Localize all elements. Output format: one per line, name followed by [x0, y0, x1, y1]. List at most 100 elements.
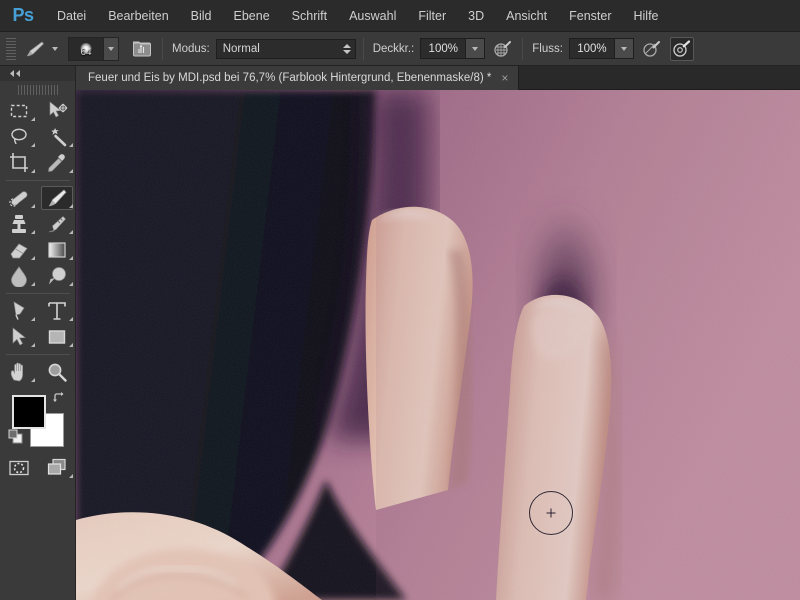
chevron-down-icon: [472, 46, 479, 51]
flow-field[interactable]: 100%: [568, 38, 634, 59]
tools-panel-grip[interactable]: [17, 85, 58, 95]
tools-grid: [0, 98, 75, 385]
menu-item-datei[interactable]: Datei: [46, 0, 97, 32]
menu-item-3d[interactable]: 3D: [457, 0, 495, 32]
flyout-triangle-icon: [31, 204, 35, 208]
opacity-value: 100%: [428, 42, 458, 55]
menu-item-ebene[interactable]: Ebene: [223, 0, 281, 32]
hand-icon: [10, 362, 23, 382]
mode-label: Modus:: [172, 42, 210, 55]
tool-history-brush[interactable]: [38, 211, 76, 237]
tool-type[interactable]: [38, 298, 76, 324]
tool-pen[interactable]: [0, 298, 38, 324]
tool-clone-stamp[interactable]: [0, 211, 38, 237]
blend-mode-select[interactable]: Normal: [215, 38, 356, 59]
flyout-triangle-icon: [31, 378, 35, 382]
options-divider-2: [362, 37, 364, 60]
tools-bottom-grid: [0, 455, 75, 481]
tool-gradient[interactable]: [38, 237, 76, 263]
rectangle-shape-icon: [48, 330, 66, 344]
tool-eraser[interactable]: [0, 237, 38, 263]
tool-rectangle-shape[interactable]: [38, 324, 76, 350]
flyout-triangle-icon: [31, 256, 35, 260]
image-canvas[interactable]: [76, 90, 800, 600]
tool-path-selection[interactable]: [0, 324, 38, 350]
foreground-color-swatch[interactable]: [12, 395, 46, 429]
menu-item-auswahl[interactable]: Auswahl: [338, 0, 407, 32]
tool-spot-healing-brush[interactable]: [0, 185, 38, 211]
pressure-opacity-icon[interactable]: [491, 37, 515, 61]
brush-tool-preset-caret[interactable]: [52, 46, 58, 51]
tool-hand[interactable]: [0, 359, 38, 385]
tools-divider: [6, 293, 70, 294]
flyout-triangle-icon: [31, 117, 35, 121]
tool-move[interactable]: [38, 98, 76, 124]
document-image: [76, 90, 800, 600]
menu-item-bearbeiten[interactable]: Bearbeiten: [97, 0, 179, 32]
tool-blur[interactable]: [0, 263, 38, 289]
tools-panel: [0, 66, 76, 600]
photoshop-window: Ps Datei Bearbeiten Bild Ebene Schrift A…: [0, 0, 800, 600]
menu-item-hilfe[interactable]: Hilfe: [623, 0, 670, 32]
menu-item-ansicht[interactable]: Ansicht: [495, 0, 558, 32]
brush-preset-dropdown[interactable]: [103, 37, 118, 60]
flyout-triangle-icon: [31, 230, 35, 234]
brush-preset-picker[interactable]: 64: [68, 36, 119, 61]
screen-mode-icon: [47, 458, 66, 475]
tool-rectangular-marquee[interactable]: [0, 98, 38, 124]
brush-icon: [48, 189, 67, 207]
flyout-triangle-icon: [69, 343, 73, 347]
path-arrow-icon: [12, 327, 26, 346]
flyout-triangle-icon: [69, 282, 73, 286]
collapse-panel-icon[interactable]: [0, 66, 75, 81]
tool-brush[interactable]: [38, 185, 76, 211]
flyout-triangle-icon: [69, 204, 73, 208]
menu-item-filter[interactable]: Filter: [407, 0, 457, 32]
photoshop-logo: Ps: [12, 5, 34, 25]
menu-item-fenster[interactable]: Fenster: [558, 0, 622, 32]
clone-stamp-icon: [12, 215, 26, 233]
marquee-icon: [10, 104, 28, 118]
flyout-triangle-icon: [69, 169, 73, 173]
blur-icon: [11, 266, 27, 287]
tools-divider: [6, 180, 70, 181]
airbrush-icon[interactable]: [669, 36, 694, 61]
tool-crop[interactable]: [0, 150, 38, 176]
tool-lasso[interactable]: [0, 124, 38, 150]
crop-icon: [10, 153, 28, 172]
flyout-triangle-icon: [31, 282, 35, 286]
move-icon: [49, 101, 68, 118]
opacity-dropdown[interactable]: [465, 39, 485, 58]
screen-mode[interactable]: [38, 455, 76, 481]
close-icon[interactable]: ×: [499, 72, 510, 84]
document-tab-bar: Feuer und Eis by MDI.psd bei 76,7% (Farb…: [76, 66, 800, 90]
quick-mask-mode[interactable]: [0, 455, 38, 481]
flow-value: 100%: [577, 42, 607, 55]
pressure-size-icon[interactable]: [640, 37, 664, 61]
flyout-triangle-icon: [69, 474, 73, 478]
gradient-icon: [48, 242, 66, 258]
brush-panel-icon[interactable]: [129, 37, 155, 61]
flyout-triangle-icon: [69, 317, 73, 321]
opacity-field[interactable]: 100%: [420, 38, 486, 59]
document-tab-title: Feuer und Eis by MDI.psd bei 76,7% (Farb…: [88, 72, 492, 84]
menu-bar: Ps Datei Bearbeiten Bild Ebene Schrift A…: [0, 0, 800, 32]
flyout-triangle-icon: [31, 343, 35, 347]
options-bar-grip[interactable]: [6, 37, 16, 60]
flow-dropdown[interactable]: [613, 39, 633, 58]
brush-size-value: 64: [80, 46, 92, 58]
tool-zoom[interactable]: [38, 359, 76, 385]
tool-dodge[interactable]: [38, 263, 76, 289]
menu-item-bild[interactable]: Bild: [180, 0, 223, 32]
menu-item-schrift[interactable]: Schrift: [281, 0, 338, 32]
type-icon: [48, 302, 66, 320]
options-divider-1: [162, 37, 163, 60]
swap-colors-icon[interactable]: [52, 391, 67, 410]
document-tab[interactable]: Feuer und Eis by MDI.psd bei 76,7% (Farb…: [76, 66, 520, 90]
dodge-icon: [49, 267, 66, 285]
default-colors-icon[interactable]: [8, 429, 23, 449]
tool-magic-wand[interactable]: [38, 124, 76, 150]
history-brush-icon: [48, 216, 66, 233]
tool-eyedropper[interactable]: [38, 150, 76, 176]
brush-icon: [22, 37, 48, 61]
